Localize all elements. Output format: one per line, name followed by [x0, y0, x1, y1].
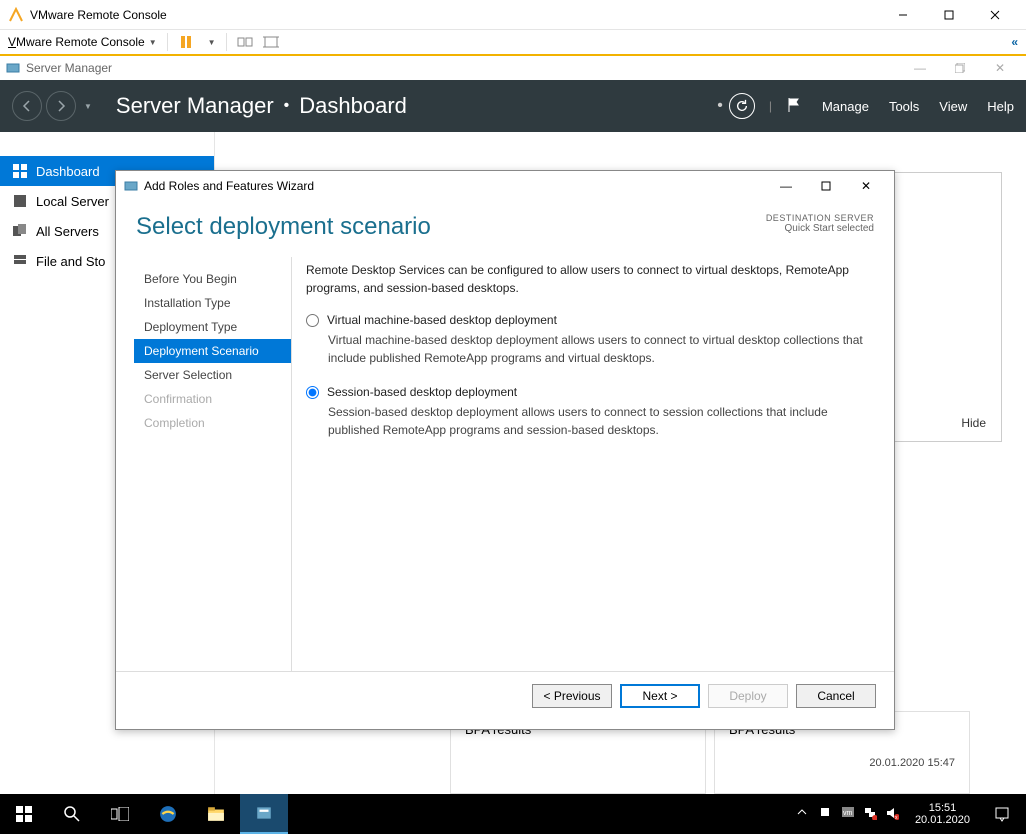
- task-view-button[interactable]: [96, 794, 144, 834]
- taskbar: vm x 15:51 20.01.2020: [0, 794, 1026, 834]
- vmware-window-title: VMware Remote Console: [30, 8, 167, 22]
- dashboard-icon: [12, 163, 28, 179]
- vmware-maximize-button[interactable]: [926, 0, 972, 30]
- pause-icon[interactable]: [178, 34, 194, 50]
- vmware-minimize-button[interactable]: [880, 0, 926, 30]
- tray-security-icon[interactable]: [819, 806, 835, 822]
- storage-icon: [12, 253, 28, 269]
- taskbar-time: 15:51: [915, 802, 970, 814]
- vmware-close-button[interactable]: [972, 0, 1018, 30]
- wizard-close-button[interactable]: ✕: [846, 171, 886, 201]
- nav-history-dropdown[interactable]: ▼: [84, 102, 92, 111]
- radio-vm-based-label[interactable]: Virtual machine-based desktop deployment: [327, 313, 557, 327]
- servers-icon: [12, 223, 28, 239]
- destination-label: DESTINATION SERVER: [766, 213, 874, 223]
- search-button[interactable]: [48, 794, 96, 834]
- header-more-dropdown[interactable]: •: [717, 97, 723, 115]
- vmware-console-menu[interactable]: VMware Remote Console▼: [8, 35, 157, 49]
- wizard-intro-text: Remote Desktop Services can be configure…: [306, 261, 872, 297]
- taskbar-date: 20.01.2020: [915, 814, 970, 826]
- sm-maximize-button[interactable]: [940, 56, 980, 80]
- sidebar-item-label: Dashboard: [36, 164, 100, 179]
- vmware-toolbar: VMware Remote Console▼ ▼ «: [0, 30, 1026, 56]
- wizard-minimize-button[interactable]: —: [766, 171, 806, 201]
- wizard-step-deployment-type[interactable]: Deployment Type: [134, 315, 291, 339]
- bpa-timestamp: 20.01.2020 15:47: [729, 757, 955, 769]
- wizard-maximize-button[interactable]: [806, 171, 846, 201]
- next-button[interactable]: Next >: [620, 684, 700, 708]
- sm-minimize-button[interactable]: —: [900, 56, 940, 80]
- menu-tools[interactable]: Tools: [889, 99, 919, 114]
- wizard-step-server-selection[interactable]: Server Selection: [134, 363, 291, 387]
- radio-vm-based-desc: Virtual machine-based desktop deployment…: [328, 331, 872, 367]
- taskbar-explorer-icon[interactable]: [192, 794, 240, 834]
- wizard-step-list: Before You Begin Installation Type Deplo…: [116, 257, 291, 671]
- server-icon: [12, 193, 28, 209]
- tray-volume-icon[interactable]: x: [885, 806, 901, 822]
- taskbar-server-manager-icon[interactable]: [240, 794, 288, 834]
- start-button[interactable]: [0, 794, 48, 834]
- wizard-title: Add Roles and Features Wizard: [144, 179, 314, 193]
- radio-session-based[interactable]: [306, 386, 319, 399]
- tray-network-icon[interactable]: [863, 806, 879, 822]
- sidebar-item-label: All Servers: [36, 224, 99, 239]
- sm-header: ▼ Server Manager • Dashboard • | Manage …: [0, 80, 1026, 132]
- server-manager-titlebar: Server Manager — ✕: [0, 56, 1026, 80]
- menu-help[interactable]: Help: [987, 99, 1014, 114]
- sidebar-item-label: File and Sto: [36, 254, 105, 269]
- breadcrumb-root[interactable]: Server Manager: [116, 93, 274, 119]
- previous-button[interactable]: < Previous: [532, 684, 612, 708]
- vmware-titlebar: VMware Remote Console: [0, 0, 1026, 30]
- tray-vmware-icon[interactable]: vm: [841, 806, 857, 822]
- nav-forward-button[interactable]: [46, 91, 76, 121]
- menu-manage[interactable]: Manage: [822, 99, 869, 114]
- breadcrumb: Server Manager • Dashboard: [116, 93, 407, 119]
- collapse-toolbar-icon[interactable]: «: [1011, 35, 1018, 49]
- notification-center-icon[interactable]: [984, 794, 1020, 834]
- wizard-step-installation-type[interactable]: Installation Type: [134, 291, 291, 315]
- radio-session-based-desc: Session-based desktop deployment allows …: [328, 403, 872, 439]
- nav-back-button[interactable]: [12, 91, 42, 121]
- sidebar-item-label: Local Server: [36, 194, 109, 209]
- menu-view[interactable]: View: [939, 99, 967, 114]
- wizard-icon: [124, 179, 138, 193]
- radio-session-based-label[interactable]: Session-based desktop deployment: [327, 385, 517, 399]
- radio-vm-based[interactable]: [306, 314, 319, 327]
- wizard-heading: Select deployment scenario: [136, 213, 431, 241]
- fullscreen-icon[interactable]: [263, 34, 279, 50]
- deploy-button: Deploy: [708, 684, 788, 708]
- wizard-step-deployment-scenario[interactable]: Deployment Scenario: [134, 339, 291, 363]
- send-cad-icon[interactable]: [237, 34, 253, 50]
- server-manager-icon: [6, 61, 20, 75]
- wizard-step-confirmation: Confirmation: [134, 387, 291, 411]
- svg-text:vm: vm: [843, 810, 853, 817]
- tray-up-icon[interactable]: [797, 806, 813, 822]
- flag-icon[interactable]: [786, 97, 802, 116]
- wizard-button-bar: < Previous Next > Deploy Cancel: [116, 671, 894, 720]
- breadcrumb-separator-icon: •: [284, 97, 290, 115]
- header-separator: |: [769, 99, 772, 113]
- wizard-content: Remote Desktop Services can be configure…: [291, 257, 894, 671]
- sm-close-button[interactable]: ✕: [980, 56, 1020, 80]
- wizard-step-before-you-begin[interactable]: Before You Begin: [134, 267, 291, 291]
- server-manager-title: Server Manager: [26, 61, 112, 75]
- breadcrumb-page: Dashboard: [299, 93, 407, 119]
- hide-button[interactable]: Hide: [961, 416, 986, 430]
- pause-dropdown[interactable]: ▼: [208, 38, 216, 47]
- wizard-titlebar: Add Roles and Features Wizard — ✕: [116, 171, 894, 201]
- taskbar-ie-icon[interactable]: [144, 794, 192, 834]
- taskbar-clock[interactable]: 15:51 20.01.2020: [907, 802, 978, 826]
- cancel-button[interactable]: Cancel: [796, 684, 876, 708]
- destination-info: DESTINATION SERVER Quick Start selected: [766, 213, 874, 234]
- wizard-step-completion: Completion: [134, 411, 291, 435]
- refresh-icon[interactable]: [729, 93, 755, 119]
- destination-value: Quick Start selected: [766, 223, 874, 234]
- vmware-icon: [8, 7, 24, 23]
- add-roles-wizard-dialog: Add Roles and Features Wizard — ✕ Select…: [115, 170, 895, 730]
